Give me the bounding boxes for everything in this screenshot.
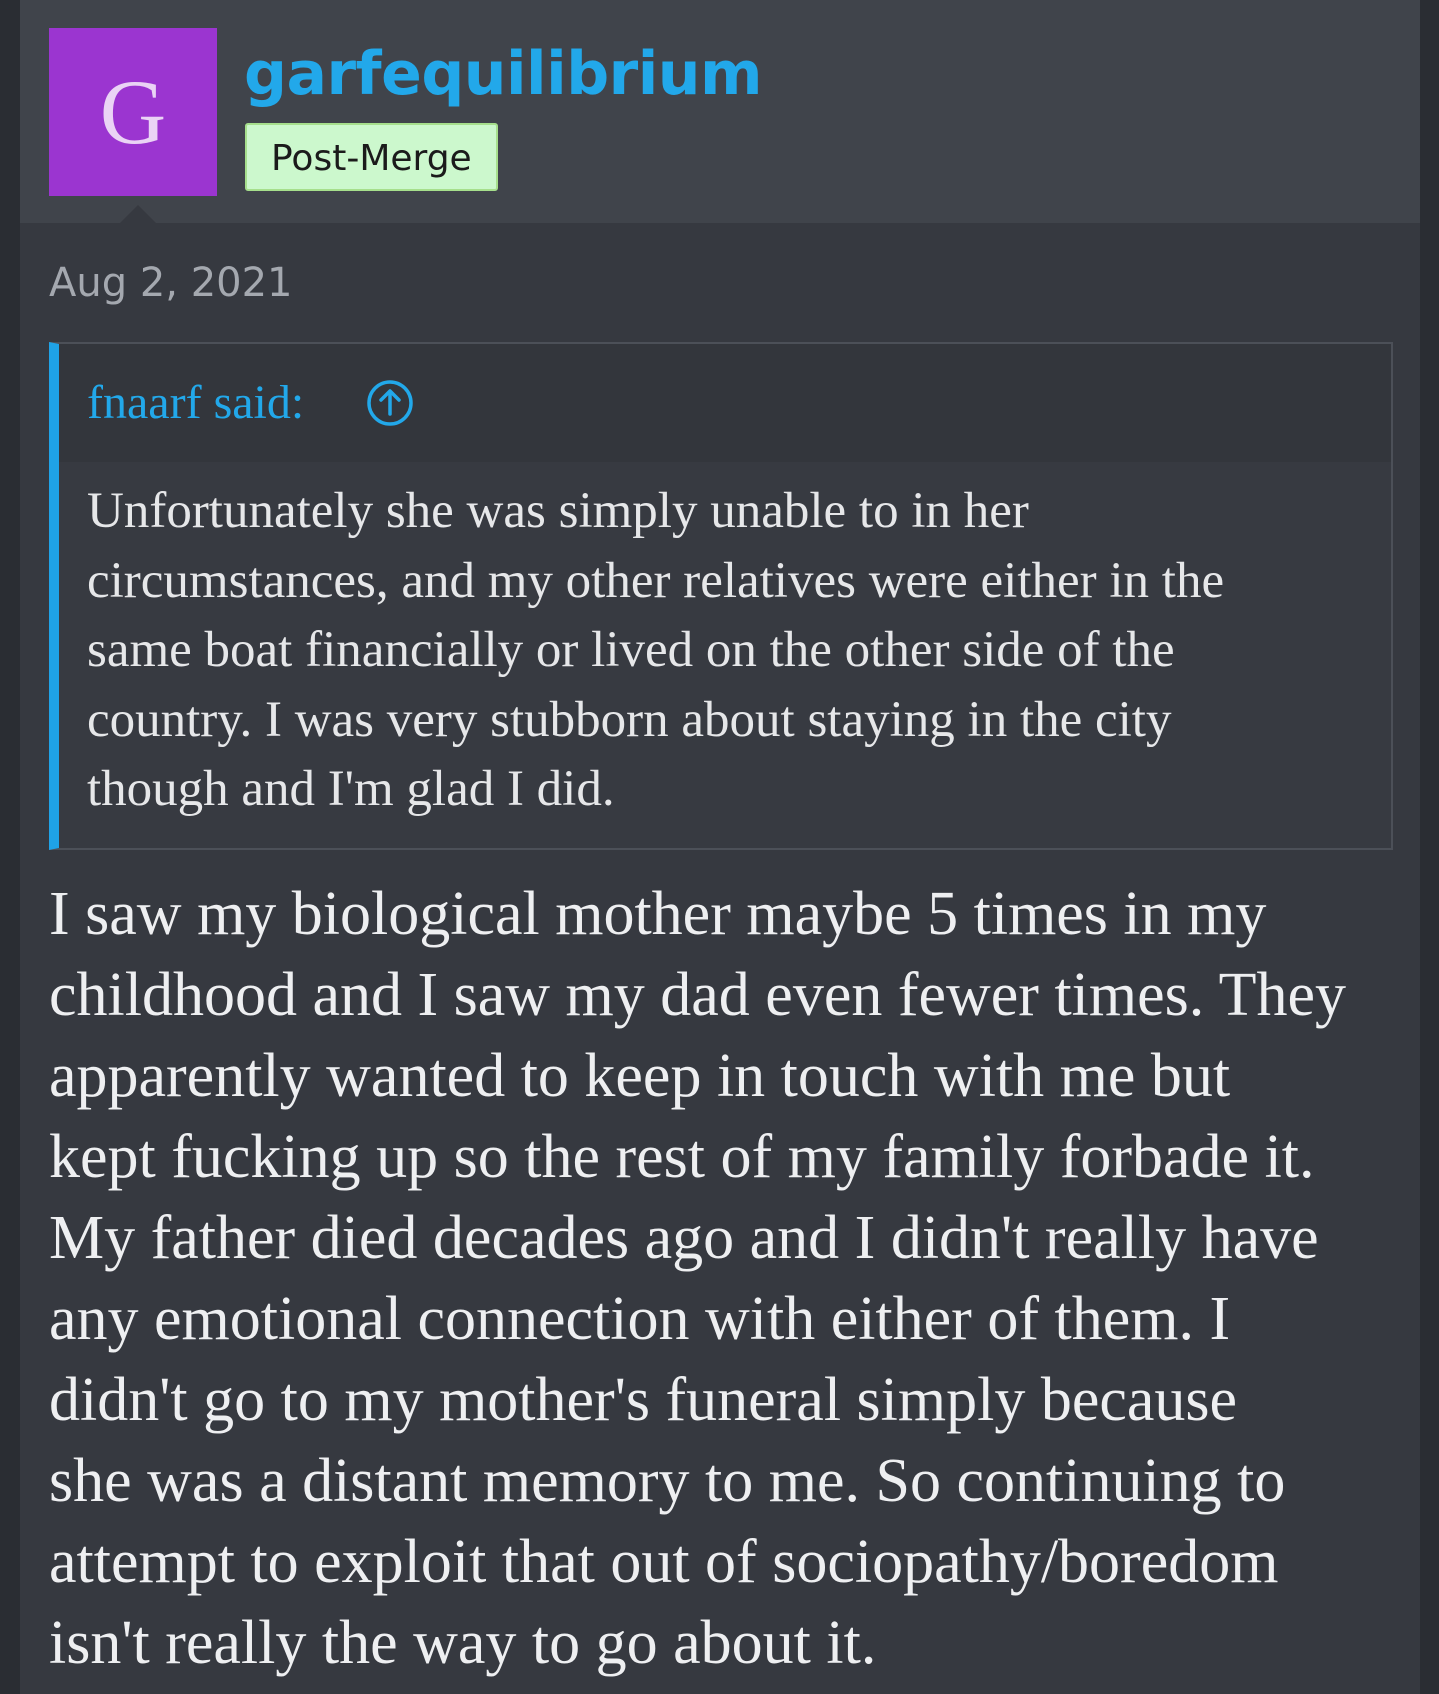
quote-line: Unfortunately she was simply unable to i… [87, 483, 1029, 539]
quote-line: though and I'm glad I did. [87, 761, 615, 817]
post-date-link[interactable]: Aug 2, 2021 [49, 255, 293, 311]
message-line: any emotional connection with either of … [49, 1285, 1231, 1353]
quote-header: fnaarf said: [59, 344, 1391, 462]
avatar[interactable]: G [49, 28, 217, 196]
message-line: kept fucking up so the rest of my family… [49, 1123, 1315, 1191]
username-link[interactable]: garfequilibrium [244, 30, 763, 118]
quote-content: Unfortunately she was simply unable to i… [87, 477, 1377, 825]
message-line: she was a distant memory to me. So conti… [49, 1447, 1286, 1515]
quote-line: country. I was very stubborn about stayi… [87, 691, 1172, 748]
quote-line: same boat financially or lived on the ot… [87, 622, 1175, 678]
message-line: attempt to exploit that out of sociopath… [49, 1528, 1279, 1596]
forum-post: G garfequilibrium Post-Merge Aug 2, 2021… [20, 0, 1420, 1694]
message-line: I saw my biological mother maybe 5 times… [49, 880, 1267, 948]
user-title-badge: Post-Merge [245, 123, 498, 191]
message-line: My father died decades ago and I didn't … [49, 1204, 1319, 1272]
message-line: isn't really the way to go about it. [49, 1609, 877, 1677]
post-author-header: G garfequilibrium Post-Merge [20, 0, 1420, 223]
arrow-up-circle-icon[interactable] [365, 378, 415, 428]
quote-author-link[interactable]: fnaarf said: [87, 374, 304, 432]
message-line: childhood and I saw my dad even fewer ti… [49, 961, 1347, 1029]
message-line: apparently wanted to keep in touch with … [49, 1042, 1231, 1110]
post-message-body: I saw my biological mother maybe 5 times… [49, 874, 1409, 1684]
header-pointer [120, 205, 156, 223]
quote-block: fnaarf said: Unfortunately she was simpl… [49, 342, 1393, 850]
quote-line: circumstances, and my other relatives we… [87, 552, 1225, 609]
message-line: didn't go to my mother's funeral simply … [49, 1366, 1238, 1434]
